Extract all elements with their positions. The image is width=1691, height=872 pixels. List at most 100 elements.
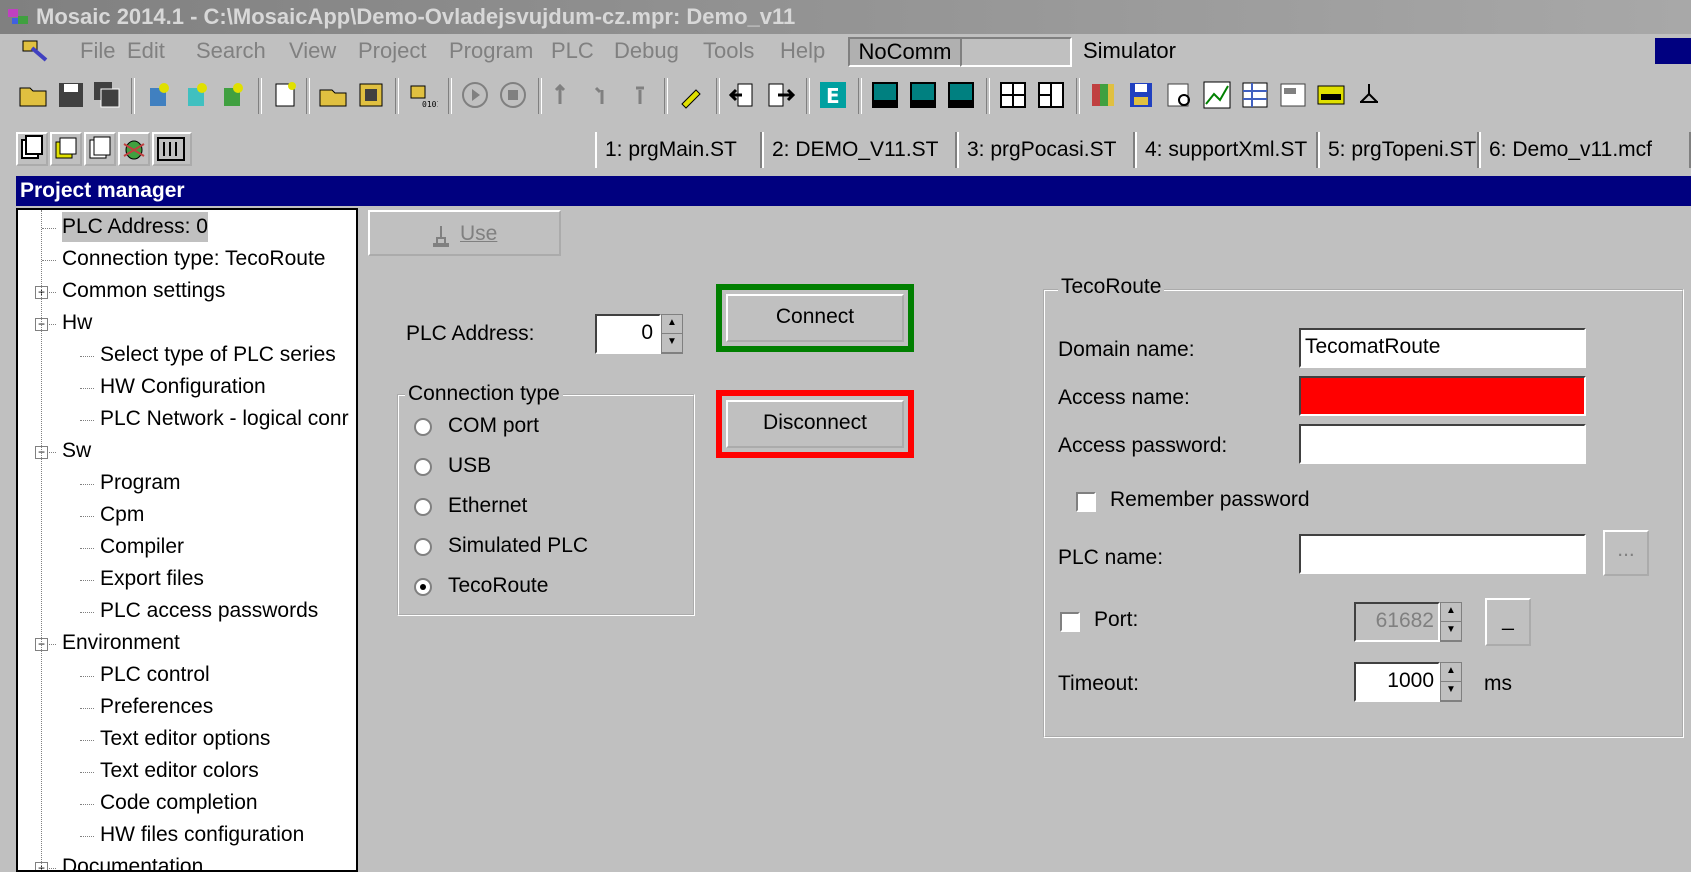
tree-item[interactable]: Text editor options (100, 724, 270, 754)
tree-item[interactable]: Compiler (100, 532, 184, 562)
new-item3-icon[interactable] (218, 80, 248, 110)
tree-item[interactable]: Text editor colors (100, 756, 259, 786)
keyboard-icon[interactable] (1316, 80, 1346, 110)
domain-name-input[interactable]: TecomatRoute (1299, 328, 1586, 368)
run-icon[interactable] (460, 80, 490, 110)
editor-e-icon[interactable]: E (818, 80, 848, 110)
menu-help[interactable]: Help (780, 34, 825, 68)
connection-type-radio[interactable] (414, 418, 432, 436)
view-button-2[interactable] (50, 132, 82, 166)
connection-type-radio[interactable] (414, 498, 432, 516)
spin-down-icon[interactable]: ▼ (662, 334, 682, 353)
view-button-3[interactable] (84, 132, 116, 166)
panel-icon[interactable] (1278, 80, 1308, 110)
new-item-icon[interactable] (144, 80, 174, 110)
connection-type-radio[interactable] (414, 538, 432, 556)
stop-icon[interactable] (498, 80, 528, 110)
menu-project[interactable]: Project (358, 34, 426, 68)
menu-view[interactable]: View (289, 34, 336, 68)
tree-item[interactable]: Cpm (100, 500, 144, 530)
layout2-icon[interactable] (908, 80, 938, 110)
tab-prgtopeni[interactable]: 5: prgTopeni.ST (1318, 132, 1479, 168)
tree-item[interactable]: Connection type: TecoRoute (62, 244, 325, 274)
project-tree[interactable]: PLC Address: 0 Connection type: TecoRoute… (16, 208, 358, 872)
use-button[interactable]: Use (368, 210, 561, 256)
save-all-icon[interactable] (92, 80, 122, 110)
library-icon[interactable] (1088, 80, 1118, 110)
table-icon[interactable] (1240, 80, 1270, 110)
tree-item[interactable]: Select type of PLC series (100, 340, 336, 370)
menu-edit[interactable]: Edit (127, 34, 165, 68)
menu-program[interactable]: Program (449, 34, 533, 68)
plc-address-spinner[interactable]: ▲ ▼ (661, 314, 683, 354)
spin-up-icon[interactable]: ▲ (662, 315, 682, 334)
menu-file[interactable]: File (80, 34, 115, 68)
spin-up-icon[interactable]: ▲ (1441, 603, 1461, 622)
plc-name-browse-button[interactable]: ... (1603, 530, 1649, 576)
disconnect-button[interactable]: Disconnect (716, 390, 914, 458)
tree-item[interactable]: PLC Address: 0 (62, 212, 208, 242)
trace-over-icon[interactable] (588, 80, 618, 110)
compile-icon[interactable]: 0101 (408, 80, 438, 110)
port-spinner[interactable]: ▲ ▼ (1440, 602, 1462, 642)
tree-item[interactable]: HW files configuration (100, 820, 304, 850)
tab-demo-v11[interactable]: 2: DEMO_V11.ST (762, 132, 957, 168)
port-checkbox[interactable] (1060, 612, 1080, 632)
layout1-icon[interactable] (870, 80, 900, 110)
edit-pen-icon[interactable] (676, 80, 706, 110)
connection-type-radio[interactable] (414, 458, 432, 476)
tree-item[interactable]: Code completion (100, 788, 258, 818)
spin-up-icon[interactable]: ▲ (1441, 663, 1461, 682)
spin-down-icon[interactable]: ▼ (1441, 622, 1461, 641)
tab-demo-mcf[interactable]: 6: Demo_v11.mcf (1479, 132, 1691, 168)
disk-icon[interactable] (1126, 80, 1156, 110)
port-input[interactable]: 61682 (1354, 602, 1440, 642)
plc-address-input[interactable]: 0 (595, 314, 661, 354)
view-button-5[interactable] (152, 132, 192, 166)
split-v-icon[interactable] (1036, 80, 1066, 110)
watch-icon[interactable] (1164, 80, 1194, 110)
new-file-icon[interactable] (270, 80, 300, 110)
menu-debug[interactable]: Debug (614, 34, 679, 68)
open-project-icon[interactable] (318, 80, 348, 110)
tree-item[interactable]: Export files (100, 564, 204, 594)
menu-plc[interactable]: PLC (551, 34, 594, 68)
spin-down-icon[interactable]: ▼ (1441, 682, 1461, 701)
access-name-input[interactable] (1299, 376, 1586, 416)
tree-item[interactable]: PLC access passwords (100, 596, 318, 626)
graph-icon[interactable] (1202, 80, 1232, 110)
new-item2-icon[interactable] (182, 80, 212, 110)
port-reset-button[interactable]: _ (1485, 598, 1531, 646)
tree-item[interactable]: Sw (62, 436, 91, 466)
tree-item[interactable]: HW Configuration (100, 372, 266, 402)
timeout-spinner[interactable]: ▲ ▼ (1440, 662, 1462, 702)
split-h-icon[interactable] (998, 80, 1028, 110)
remember-password-checkbox[interactable] (1076, 492, 1096, 512)
timeout-input[interactable]: 1000 (1354, 662, 1440, 702)
menu-search[interactable]: Search (196, 34, 266, 68)
tab-prgpocasi[interactable]: 3: prgPocasi.ST (957, 132, 1135, 168)
tree-item[interactable]: Documentation (62, 852, 203, 870)
connect-button[interactable]: Connect (716, 284, 914, 352)
access-password-input[interactable] (1299, 424, 1586, 464)
tree-item[interactable]: PLC Network - logical conr (100, 404, 349, 434)
tree-item[interactable]: PLC control (100, 660, 210, 690)
tree-item[interactable]: Preferences (100, 692, 213, 722)
close-project-icon[interactable] (356, 80, 386, 110)
trace-in-icon[interactable] (550, 80, 580, 110)
import-icon[interactable] (728, 80, 758, 110)
view-button-1[interactable] (16, 132, 48, 166)
tree-item[interactable]: Environment (62, 628, 180, 658)
trace-out-icon[interactable] (626, 80, 656, 110)
network-icon[interactable] (1354, 80, 1384, 110)
menu-tools[interactable]: Tools (703, 34, 754, 68)
tree-item[interactable]: Program (100, 468, 181, 498)
save-icon[interactable] (56, 80, 86, 110)
plc-name-input[interactable] (1299, 534, 1586, 574)
layout3-icon[interactable] (946, 80, 976, 110)
open-folder-icon[interactable] (18, 80, 48, 110)
tab-prgmain[interactable]: 1: prgMain.ST (595, 132, 762, 168)
connection-type-radio[interactable] (414, 578, 432, 596)
view-button-4[interactable] (118, 132, 150, 166)
tree-item[interactable]: Common settings (62, 276, 225, 306)
